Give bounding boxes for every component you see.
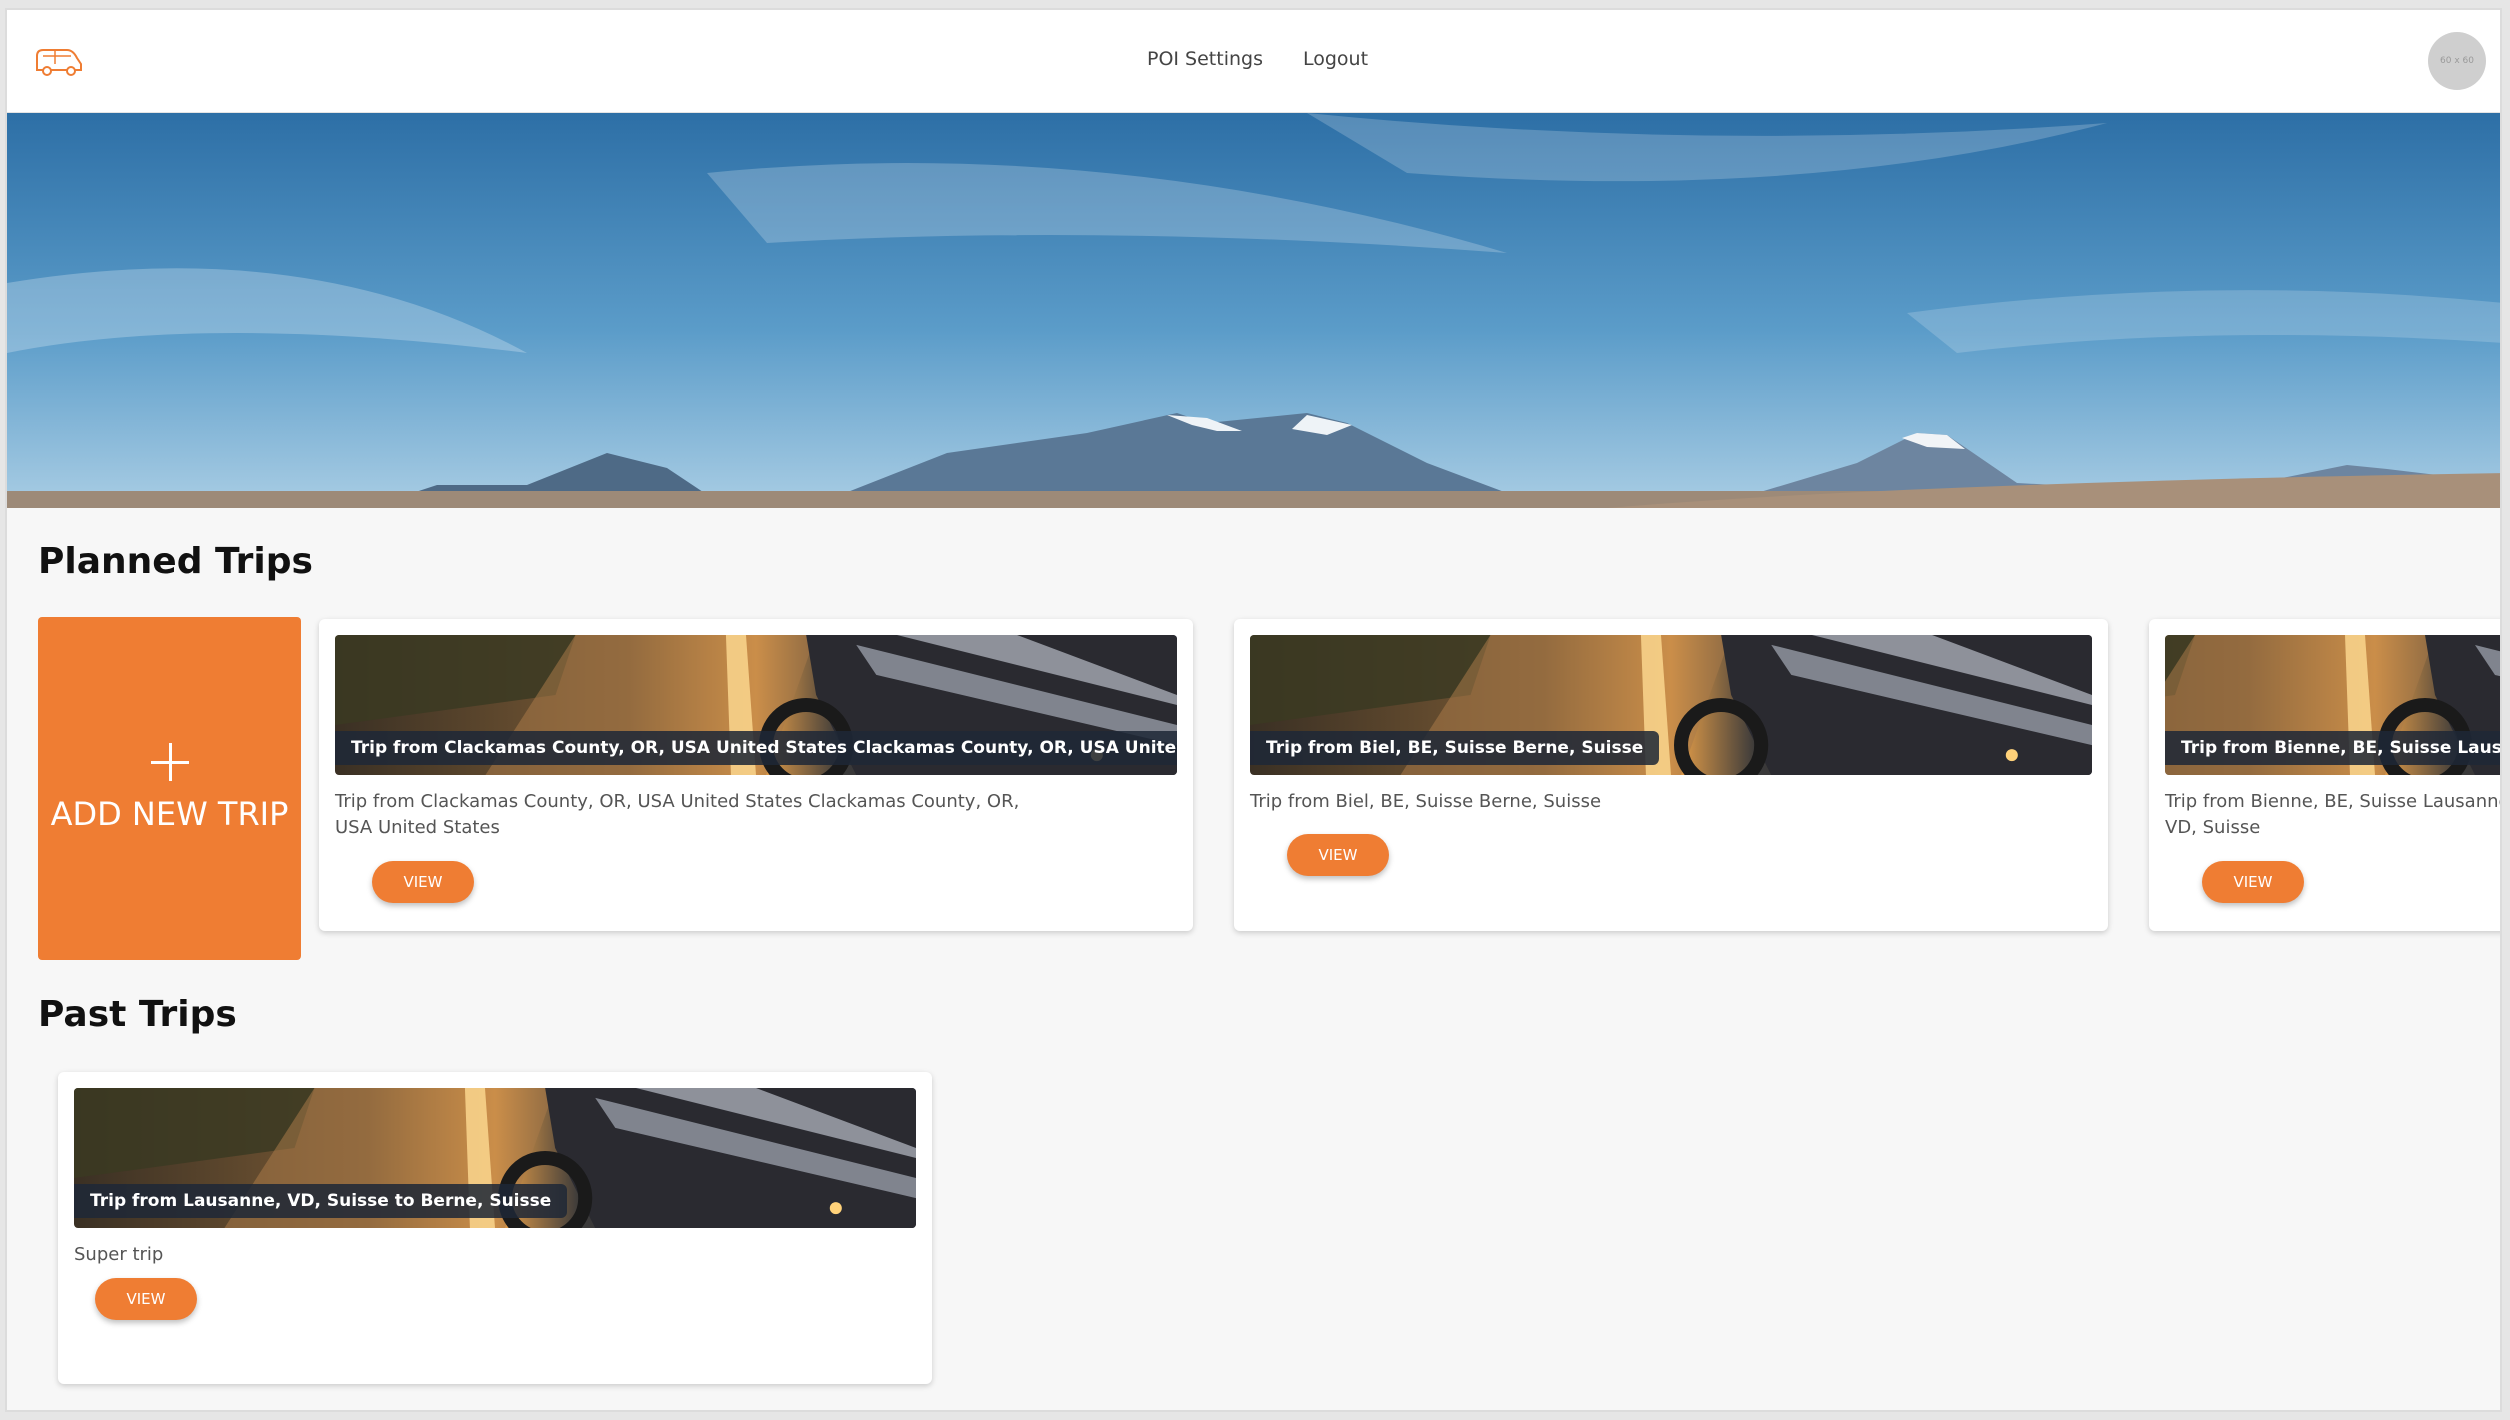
nav-poi-settings[interactable]: POI Settings (1147, 46, 1263, 72)
avatar[interactable]: 60 x 60 (2428, 32, 2486, 90)
view-trip-button[interactable]: VIEW (372, 861, 474, 903)
trip-description: Trip from Biel, BE, Suisse Berne, Suisse (1250, 791, 1602, 812)
past-trips-heading: Past Trips (38, 994, 237, 1035)
trip-description: Trip from Clackamas County, OR, USA Unit… (335, 791, 1020, 838)
planned-trips-heading: Planned Trips (38, 541, 313, 582)
add-new-trip-label: ADD NEW TRIP (50, 794, 289, 833)
hero-banner-image (7, 113, 2500, 508)
nav-logout[interactable]: Logout (1303, 46, 1368, 72)
view-trip-button[interactable]: VIEW (2202, 861, 2304, 903)
trip-caption: Trip from Lausanne, VD, Suisse to Berne,… (74, 1184, 568, 1218)
trip-card: Trip from Biel, BE, Suisse Berne, Suisse… (1234, 619, 2108, 931)
plus-icon (150, 742, 189, 781)
trip-caption: Trip from Clackamas County, OR, USA Unit… (335, 731, 1177, 765)
view-trip-button[interactable]: VIEW (1287, 834, 1389, 876)
trip-thumbnail-image: Trip from Biel, BE, Suisse Berne, Suisse (1250, 635, 2092, 775)
view-trip-button[interactable]: VIEW (95, 1278, 197, 1320)
browser-viewport: POI Settings Logout 60 x 60 Planned Trip… (5, 8, 2502, 1412)
trip-description: Trip from Bienne, BE, Suisse Lausanne, V… (2165, 791, 2502, 838)
trip-card: Trip from Clackamas County, OR, USA Unit… (319, 619, 1193, 931)
trip-description: Super trip (74, 1244, 164, 1265)
trip-caption: Trip from Biel, BE, Suisse Berne, Suisse (1250, 731, 1660, 765)
main-nav: POI Settings Logout (1147, 46, 1368, 72)
trip-thumbnail-image: Trip from Clackamas County, OR, USA Unit… (335, 635, 1177, 775)
top-navbar: POI Settings Logout 60 x 60 (7, 10, 2500, 113)
trip-thumbnail-image: Trip from Lausanne, VD, Suisse to Berne,… (74, 1088, 916, 1228)
trip-card: Trip from Lausanne, VD, Suisse to Berne,… (58, 1072, 932, 1384)
van-logo-icon[interactable] (33, 44, 85, 78)
trip-thumbnail-image: Trip from Bienne, BE, Suisse Lausanne, V… (2165, 635, 2500, 775)
add-new-trip-button[interactable]: ADD NEW TRIP (38, 617, 301, 960)
trip-card: Trip from Bienne, BE, Suisse Lausanne, V… (2149, 619, 2502, 931)
trip-caption: Trip from Bienne, BE, Suisse Lausanne, V… (2165, 731, 2500, 765)
